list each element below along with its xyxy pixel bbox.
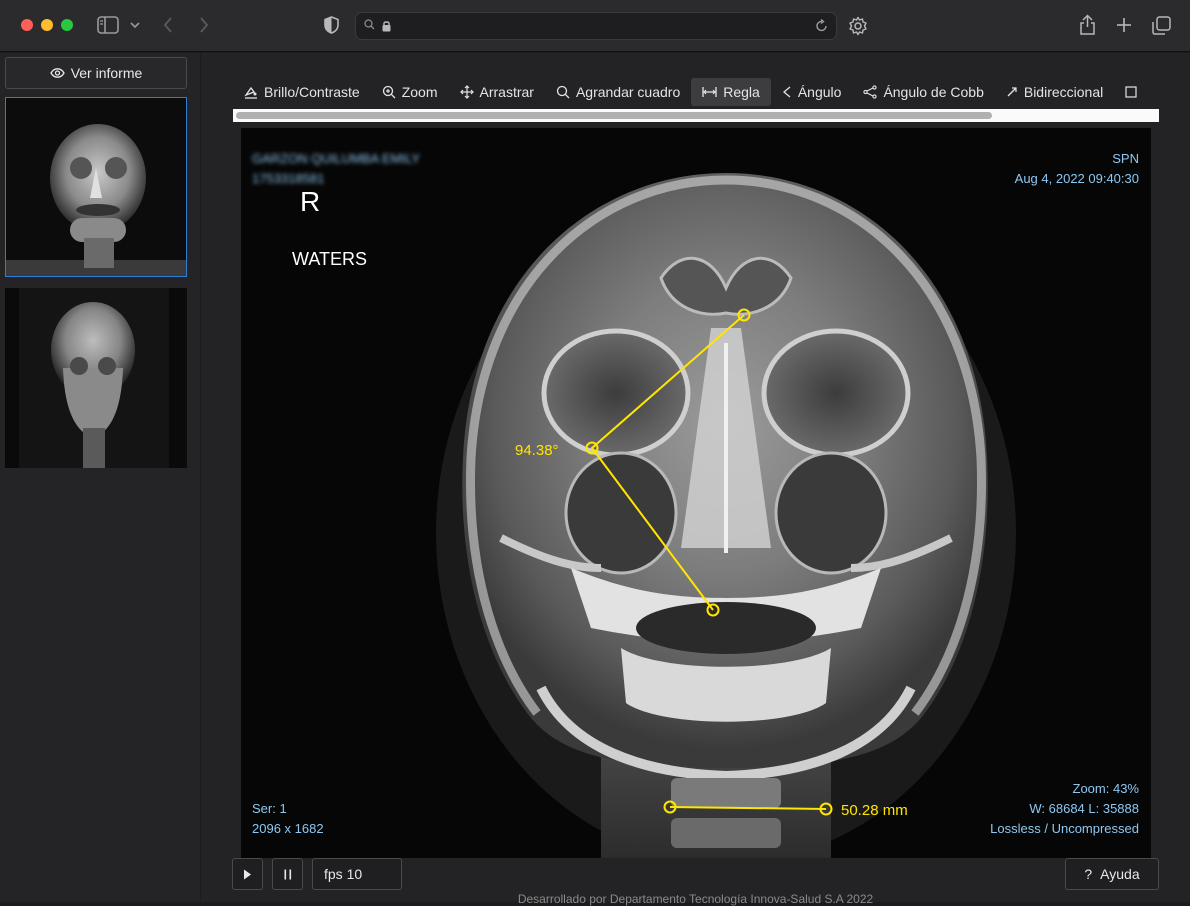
play-button[interactable] bbox=[232, 858, 263, 890]
pause-button[interactable] bbox=[272, 858, 303, 890]
chevron-down-icon[interactable] bbox=[130, 22, 140, 29]
series-thumbnail-1[interactable]: R bbox=[5, 97, 187, 277]
fps-label: fps 10 bbox=[324, 866, 363, 882]
toolbar-scrollbar-thumb[interactable] bbox=[236, 112, 992, 119]
zoom-level: Zoom: 43% bbox=[1072, 781, 1139, 796]
tool-label: Regla bbox=[723, 84, 760, 100]
angle-measurement-label[interactable]: 94.38° bbox=[515, 442, 559, 459]
tool-bidirectional[interactable]: Bidireccional bbox=[995, 78, 1114, 106]
angle-icon bbox=[782, 86, 791, 98]
tool-cobb-angle[interactable]: Ángulo de Cobb bbox=[852, 78, 994, 106]
address-bar[interactable] bbox=[355, 12, 837, 40]
tool-label: Arrastrar bbox=[479, 84, 534, 100]
tool-label: Brillo/Contraste bbox=[264, 84, 360, 100]
forward-icon[interactable] bbox=[199, 17, 209, 33]
image-dimensions: 2096 x 1682 bbox=[252, 821, 324, 836]
series-thumbnail-2[interactable]: R bbox=[5, 288, 187, 468]
tool-magnify[interactable]: Agrandar cuadro bbox=[545, 78, 691, 106]
maximize-window-button[interactable] bbox=[61, 19, 73, 31]
compression-info: Lossless / Uncompressed bbox=[990, 821, 1139, 836]
tool-ruler[interactable]: Regla bbox=[691, 78, 771, 106]
tool-label: Ángulo bbox=[797, 84, 842, 100]
tool-angle[interactable]: Ángulo bbox=[771, 78, 853, 106]
tool-more[interactable] bbox=[1114, 78, 1148, 106]
skull-xray-thumbnail bbox=[6, 98, 186, 276]
cobb-angle-icon bbox=[863, 85, 878, 99]
lock-icon bbox=[382, 21, 391, 32]
sidebar-icon[interactable] bbox=[97, 16, 119, 34]
tool-label: Zoom bbox=[401, 84, 438, 100]
measurement-annotations[interactable] bbox=[241, 128, 1151, 858]
thumbnail-sidebar: Ver informe R R bbox=[0, 53, 200, 902]
tool-label: Agrandar cuadro bbox=[575, 84, 681, 100]
tool-label: Ángulo de Cobb bbox=[883, 84, 984, 100]
browser-titlebar bbox=[0, 0, 1190, 52]
view-report-label: Ver informe bbox=[70, 65, 143, 81]
back-icon[interactable] bbox=[163, 17, 173, 33]
close-window-button[interactable] bbox=[21, 19, 33, 31]
angle-annotation-lines[interactable] bbox=[590, 314, 745, 611]
tool-brightness-contrast[interactable]: Brillo/Contraste bbox=[233, 78, 371, 106]
image-viewport[interactable]: GARZON QUILUMBA EMILY 1753318581 SPN Aug… bbox=[241, 128, 1151, 858]
window-level: W: 68684 L: 35888 bbox=[1029, 801, 1139, 816]
help-label: Ayuda bbox=[1100, 866, 1140, 882]
zoom-icon bbox=[382, 85, 396, 99]
search-icon bbox=[556, 85, 570, 99]
bidirectional-icon bbox=[1007, 87, 1017, 97]
help-button[interactable]: ? Ayuda bbox=[1065, 858, 1159, 890]
pause-icon bbox=[284, 869, 291, 879]
tabs-overview-icon[interactable] bbox=[1152, 16, 1171, 35]
dicom-viewer: Brillo/Contraste Zoom Arrastrar Agrandar… bbox=[201, 53, 1190, 906]
fps-selector[interactable]: fps 10 bbox=[312, 858, 402, 890]
tool-bar: Brillo/Contraste Zoom Arrastrar Agrandar… bbox=[233, 78, 1159, 106]
share-icon[interactable] bbox=[1079, 14, 1096, 36]
footer-credit: Desarrollado por Departamento Tecnología… bbox=[517, 892, 874, 906]
brightness-icon bbox=[244, 86, 257, 99]
series-number: Ser: 1 bbox=[252, 801, 287, 816]
tool-label: Bidireccional bbox=[1023, 84, 1104, 100]
shield-icon[interactable] bbox=[324, 16, 339, 34]
length-measurement-label[interactable]: 50.28 mm bbox=[841, 802, 908, 819]
new-tab-icon[interactable] bbox=[1116, 17, 1132, 33]
gear-icon[interactable] bbox=[848, 16, 868, 36]
tool-pan[interactable]: Arrastrar bbox=[449, 78, 545, 106]
length-annotation-line[interactable] bbox=[669, 806, 827, 810]
reload-icon[interactable] bbox=[815, 19, 828, 33]
minimize-window-button[interactable] bbox=[41, 19, 53, 31]
tool-zoom[interactable]: Zoom bbox=[371, 78, 449, 106]
play-icon bbox=[244, 869, 251, 879]
eye-icon bbox=[49, 68, 65, 78]
move-icon bbox=[459, 85, 474, 99]
question-icon: ? bbox=[1084, 866, 1093, 882]
edit-icon bbox=[1125, 86, 1137, 98]
view-report-button[interactable]: Ver informe bbox=[5, 57, 187, 89]
skull-xray-thumbnail bbox=[5, 288, 185, 468]
search-icon bbox=[364, 19, 375, 30]
ruler-icon bbox=[702, 87, 717, 97]
toolbar-scrollbar[interactable] bbox=[233, 109, 1159, 122]
